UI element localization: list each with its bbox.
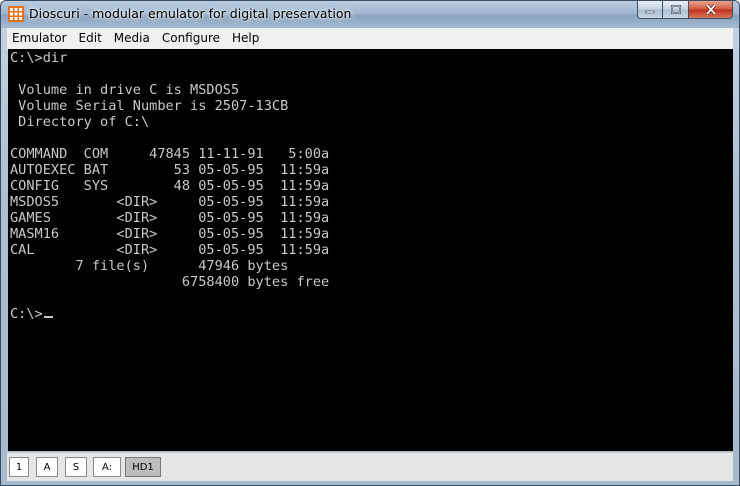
console-line: Directory of C:\	[10, 114, 150, 130]
minimize-button[interactable]	[637, 1, 663, 19]
maximize-icon	[670, 5, 681, 14]
title-bar[interactable]: Dioscuri - modular emulator for digital …	[1, 1, 739, 28]
maximize-button[interactable]	[663, 1, 689, 19]
menu-media[interactable]: Media	[108, 28, 156, 49]
menu-bar: Emulator Edit Media Configure Help	[7, 28, 733, 50]
menu-edit[interactable]: Edit	[73, 28, 108, 49]
console-line: MSDOS5 <DIR> 05-05-95 11:59a	[10, 194, 330, 210]
prompt-text: C:\>	[10, 306, 43, 322]
window-controls	[637, 1, 733, 19]
status-bar: 1 A S A: HD1	[7, 452, 733, 481]
minimize-icon	[645, 10, 655, 13]
console-line: 7 file(s) 47946 bytes	[10, 258, 289, 274]
menu-help[interactable]: Help	[226, 28, 265, 49]
close-button[interactable]	[689, 1, 733, 19]
indicator-s[interactable]: S	[65, 457, 87, 477]
text-cursor	[43, 316, 53, 318]
console-line: 6758400 bytes free	[10, 274, 330, 290]
indicator-a[interactable]: A	[36, 457, 58, 477]
dioscuri-grid-icon[interactable]	[8, 6, 24, 22]
console-line: MASM16 <DIR> 05-05-95 11:59a	[10, 226, 330, 242]
console-line: CAL <DIR> 05-05-95 11:59a	[10, 242, 330, 258]
console-line: C:\>dir	[10, 50, 68, 66]
close-icon	[705, 4, 716, 15]
menu-emulator[interactable]: Emulator	[7, 28, 73, 49]
emulator-window: Dioscuri - modular emulator for digital …	[0, 0, 740, 486]
console-line: COMMAND COM 47845 11-11-91 5:00a	[10, 146, 330, 162]
console-line: CONFIG SYS 48 05-05-95 11:59a	[10, 178, 330, 194]
console-line: Volume in drive C is MSDOS5	[10, 82, 240, 98]
indicator-floppy-a[interactable]: A:	[93, 457, 121, 477]
console-line: Volume Serial Number is 2507-13CB	[10, 98, 289, 114]
console-line: GAMES <DIR> 05-05-95 11:59a	[10, 210, 330, 226]
emulator-screen[interactable]: C:\>dir Volume in drive C is MSDOS5 Volu…	[8, 49, 733, 451]
console-line: AUTOEXEC BAT 53 05-05-95 11:59a	[10, 162, 330, 178]
indicator-hd1[interactable]: HD1	[125, 457, 161, 477]
prompt-line: C:\>	[10, 306, 53, 322]
window-title: Dioscuri - modular emulator for digital …	[29, 6, 352, 21]
menu-configure[interactable]: Configure	[156, 28, 226, 49]
indicator-1[interactable]: 1	[9, 457, 29, 477]
